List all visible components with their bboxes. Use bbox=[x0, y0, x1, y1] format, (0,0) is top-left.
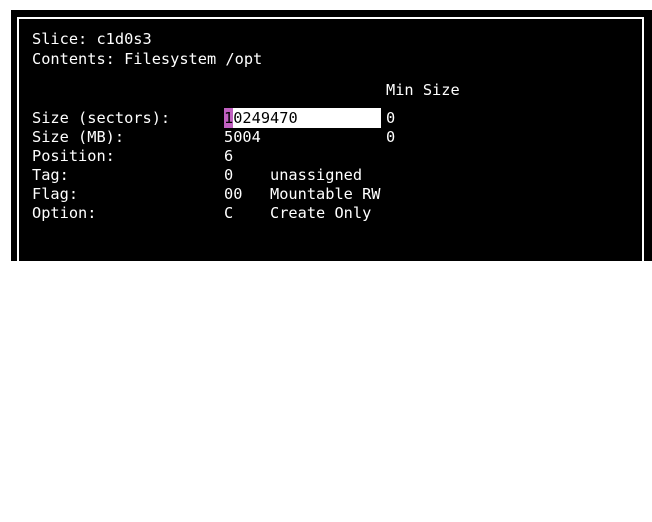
size-sectors-label: Size (sectors): bbox=[32, 109, 171, 127]
contents-line: Contents: Filesystem /opt bbox=[32, 50, 263, 68]
flag-value[interactable]: 00 bbox=[224, 185, 242, 204]
tag-value[interactable]: 0 bbox=[224, 166, 233, 185]
option-label: Option: bbox=[32, 204, 97, 222]
option-value[interactable]: C bbox=[224, 204, 233, 223]
tag-label: Tag: bbox=[32, 166, 69, 184]
flag-label: Flag: bbox=[32, 185, 79, 203]
slice-line: Slice: c1d0s3 bbox=[32, 30, 152, 48]
size-mb-value[interactable]: 5004 bbox=[224, 128, 261, 147]
tag-description: unassigned bbox=[270, 166, 363, 184]
size-sectors-value: 0249470 bbox=[233, 109, 298, 127]
option-description: Create Only bbox=[270, 204, 372, 222]
text-cursor: 1 bbox=[224, 108, 234, 128]
min-size-header: Min Size bbox=[386, 81, 460, 99]
size-mb-min: 0 bbox=[386, 128, 396, 146]
size-sectors-input[interactable]: 10249470 bbox=[224, 108, 381, 128]
position-value[interactable]: 6 bbox=[224, 147, 233, 166]
position-label: Position: bbox=[32, 147, 115, 165]
size-mb-label: Size (MB): bbox=[32, 128, 125, 146]
size-sectors-min: 0 bbox=[386, 109, 396, 127]
flag-description: Mountable RW bbox=[270, 185, 381, 203]
terminal-window: Slice: c1d0s3 Contents: Filesystem /opt … bbox=[11, 10, 652, 261]
